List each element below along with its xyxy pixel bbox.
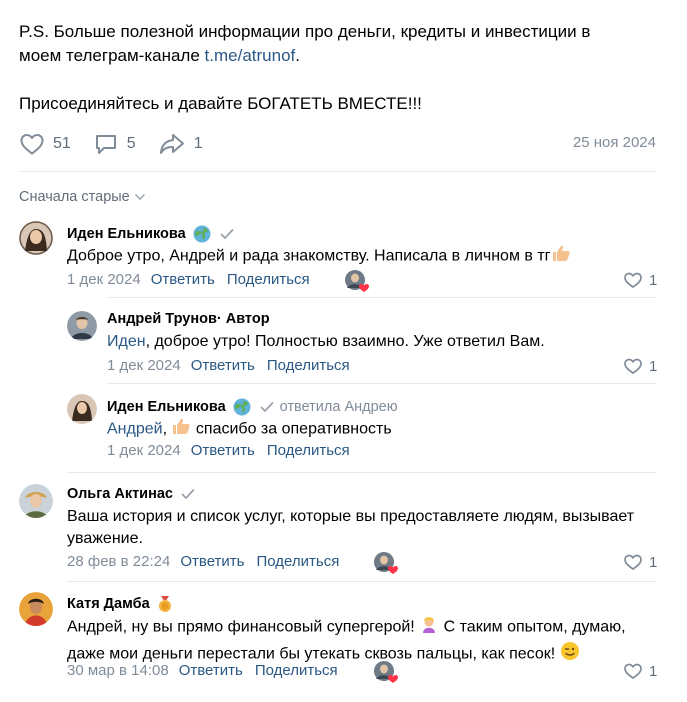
heart-icon [624,663,642,680]
avatar[interactable] [19,484,53,518]
post-date: 25 ноя 2024 [572,134,656,151]
comment-date[interactable]: 30 мар в 14:08 [67,662,169,679]
share-button[interactable]: Поделиться [255,662,338,679]
comment-author[interactable]: Ольга Актинас [67,486,195,502]
comment-meta: 1 дек 2024 Ответить Поделиться [107,442,350,459]
share-button[interactable]: Поделиться [267,442,350,459]
globe-icon [192,224,212,244]
reply-button[interactable]: Ответить [179,662,243,679]
author-liked-badge [373,660,399,686]
checkmark-icon [260,401,274,413]
comment-date[interactable]: 1 дек 2024 [107,357,181,374]
post-line-3: Присоединяйтесь и давайте БОГАТЕТЬ ВМЕСТ… [19,94,422,113]
superhero-icon [419,614,439,641]
comment-date[interactable]: 1 дек 2024 [67,271,141,288]
thumbs-up-icon [551,244,571,269]
post-actions: 51 5 1 25 ноя 2024 [19,130,656,158]
winking-face-icon [560,641,580,668]
comment-text: Андрей, ну вы прямо финансовый супергеро… [67,614,626,668]
heart-icon [624,554,642,571]
comment-author[interactable]: Иден Ельникова ответила Андрею [107,397,398,417]
reply-button[interactable]: Ответить [151,271,215,288]
comment-meta: 1 дек 2024 Ответить Поделиться [107,357,350,374]
checkmark-icon [220,228,234,240]
comment-date[interactable]: 1 дек 2024 [107,442,181,459]
reply-button[interactable]: Ответить [191,442,255,459]
comment-icon [95,135,116,154]
chevron-down-icon [135,194,145,200]
share-icon [159,134,184,154]
comment-date[interactable]: 28 фев в 22:24 [67,553,170,570]
comment-author[interactable]: Андрей Трунов · Автор [107,311,270,327]
comment-like-button[interactable]: 1 [623,553,657,571]
divider [19,171,656,172]
comment-meta: 30 мар в 14:08 Ответить Поделиться [67,662,338,679]
avatar[interactable] [19,592,53,626]
divider [107,383,656,384]
comment-meta: 1 дек 2024 Ответить Поделиться [67,271,310,288]
comment-text: Ваша история и список услуг, которые вы … [67,508,635,547]
comment-like-count: 1 [649,357,658,375]
divider [67,472,656,473]
heart-icon [20,134,44,155]
author-liked-badge [373,551,399,577]
comment-like-count: 1 [649,271,658,289]
divider [67,581,656,582]
reply-button[interactable]: Ответить [180,553,244,570]
post-line-1: P.S. Больше полезной информации про день… [19,22,591,41]
reply-to-label[interactable]: ответила Андрею [280,399,398,415]
comment-author[interactable]: Катя Дамба [67,595,174,613]
avatar[interactable] [19,221,53,255]
like-button[interactable]: 51 [19,132,71,156]
thumbs-up-icon [171,417,191,442]
post-line-2: моем телеграм-канале t.me/atrunof. [19,46,300,65]
comment-button[interactable]: 5 [93,132,136,156]
author-label: · Автор [216,311,270,327]
like-count: 51 [53,135,71,152]
comment-count: 5 [126,135,136,152]
heart-icon [624,272,642,289]
avatar[interactable] [67,311,97,341]
share-button[interactable]: Поделиться [227,271,310,288]
comment-text: Доброе утро, Андрей и рада знакомству. Н… [67,244,571,269]
comment-meta: 28 фев в 22:24 Ответить Поделиться [67,553,339,570]
post-text: P.S. Больше полезной информации про день… [19,20,659,116]
comment-like-count: 1 [649,553,658,571]
mention-link[interactable]: Андрей [107,421,163,438]
telegram-link[interactable]: t.me/atrunof [205,46,296,65]
comment-like-count: 1 [649,662,658,680]
heart-icon [624,358,642,375]
comment-text: Иден, доброе утро! Полностью взаимно. Уж… [107,333,545,350]
share-count: 1 [193,135,203,152]
comment-text: Андрей, спасибо за оперативность [107,417,392,442]
medal-icon [156,595,174,613]
checkmark-icon [181,488,195,500]
divider [107,297,656,298]
comment-like-button[interactable]: 1 [623,662,657,680]
comment-like-button[interactable]: 1 [623,357,657,375]
sort-dropdown[interactable]: Сначала старые [19,189,145,205]
reply-button[interactable]: Ответить [191,357,255,374]
avatar[interactable] [67,394,97,424]
sort-label: Сначала старые [19,189,130,205]
author-liked-badge [344,269,370,295]
share-button[interactable]: 1 [158,132,203,156]
share-button[interactable]: Поделиться [256,553,339,570]
globe-icon [232,397,252,417]
comment-author[interactable]: Иден Ельникова [67,224,234,244]
mention-link[interactable]: Иден [107,333,146,350]
comment-like-button[interactable]: 1 [623,271,657,289]
share-button[interactable]: Поделиться [267,357,350,374]
